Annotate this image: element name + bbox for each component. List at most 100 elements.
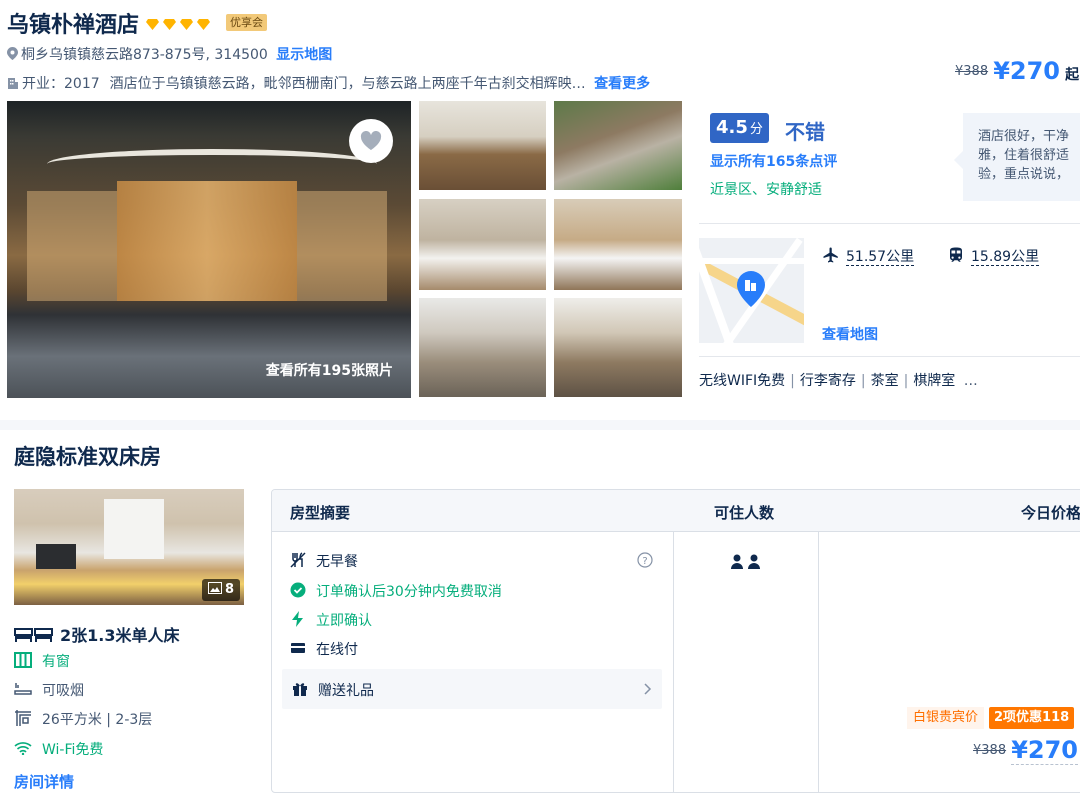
airport-distance[interactable]: 51.57公里 bbox=[846, 249, 915, 266]
room-wifi-row: Wi-Fi免费 bbox=[14, 739, 103, 759]
lightning-icon bbox=[292, 611, 303, 627]
rating-score: 4.5 bbox=[716, 117, 748, 138]
hotel-thumb-5[interactable] bbox=[419, 298, 546, 397]
hotel-thumb-4[interactable] bbox=[554, 199, 682, 290]
favorite-button[interactable] bbox=[349, 119, 393, 163]
review-line: 验，重点说说， bbox=[978, 167, 1070, 182]
map-thumbnail[interactable] bbox=[699, 238, 804, 343]
divider bbox=[699, 356, 1080, 357]
all-photos-label[interactable]: 查看所有195张照片 bbox=[266, 360, 393, 380]
member-price-label: 白银贵宾价 bbox=[907, 707, 985, 729]
window-icon bbox=[14, 652, 32, 668]
rate-current-price: ¥270 bbox=[1011, 736, 1078, 765]
airplane-icon bbox=[823, 247, 838, 263]
diamond-icon bbox=[163, 19, 176, 30]
facility-item: 茶室 bbox=[870, 373, 899, 389]
help-icon[interactable]: ? bbox=[637, 552, 653, 568]
view-map-link[interactable]: 查看地图 bbox=[822, 324, 878, 344]
instant-confirm-text: 立即确认 bbox=[316, 613, 372, 629]
review-pointer bbox=[954, 151, 963, 169]
intro-row: 开业：2017 酒店位于乌镇镇慈云路，毗邻西栅南门，与慈云路上两座千年古刹交相辉映… bbox=[7, 73, 650, 93]
smoking-text: 可吸烟 bbox=[42, 683, 84, 699]
pay-row: 在线付 bbox=[290, 639, 358, 659]
diamond-icon bbox=[146, 19, 159, 30]
see-more-link[interactable]: 查看更多 bbox=[594, 76, 650, 92]
facilities-more[interactable]: … bbox=[964, 373, 978, 389]
rate-price: ¥388 ¥270 bbox=[973, 736, 1078, 765]
rate-original-price: ¥388 bbox=[973, 743, 1007, 758]
wifi-text: Wi-Fi免费 bbox=[42, 742, 104, 758]
header-guests: 可住人数 bbox=[714, 504, 775, 522]
hotel-thumb-6[interactable] bbox=[554, 298, 682, 397]
gift-text: 赠送礼品 bbox=[318, 683, 374, 699]
train-icon bbox=[950, 247, 962, 262]
station-distance[interactable]: 15.89公里 bbox=[971, 249, 1040, 266]
hotel-name: 乌镇朴禅酒店 bbox=[7, 13, 140, 38]
svg-text:?: ? bbox=[642, 556, 647, 567]
facility-item: 无线WIFI免费 bbox=[699, 373, 786, 389]
top-price: ¥388 ¥270 起 bbox=[955, 57, 1079, 85]
facility-item: 行李寄存 bbox=[799, 373, 856, 389]
breakfast-text: 无早餐 bbox=[316, 554, 358, 570]
header-price: 今日价格 bbox=[1021, 504, 1080, 522]
cancel-row: 订单确认后30分钟内免费取消 bbox=[290, 581, 502, 601]
room-title: 庭隐标准双床房 bbox=[14, 445, 161, 469]
member-badge: 优享会 bbox=[226, 14, 267, 31]
original-price: ¥388 bbox=[955, 64, 989, 79]
station-distance-row: 15.89公里 bbox=[947, 246, 1040, 266]
rating-score-badge: 4.5 分 bbox=[710, 113, 769, 143]
price-suffix: 起 bbox=[1065, 67, 1080, 83]
open-year: 开业：2017 bbox=[22, 76, 100, 92]
area-floor-text: 26平方米 | 2-3层 bbox=[42, 712, 153, 728]
address-row: 桐乡乌镇镇慈云路873-875号, 314500 显示地图 bbox=[7, 44, 332, 64]
area-icon bbox=[15, 710, 31, 726]
bed-type: 2张1.3米单人床 bbox=[60, 626, 180, 645]
airport-distance-row: 51.57公里 bbox=[822, 246, 915, 266]
rate-table-header bbox=[272, 490, 1080, 532]
free-cancel-text[interactable]: 订单确认后30分钟内免费取消 bbox=[316, 584, 502, 600]
instant-confirm-row: 立即确认 bbox=[290, 610, 372, 630]
column-divider bbox=[673, 532, 674, 792]
photo-count-badge[interactable]: 8 bbox=[201, 579, 240, 601]
hotel-thumb-1[interactable] bbox=[419, 101, 546, 190]
discount-badge[interactable]: 2项优惠118 bbox=[989, 707, 1075, 729]
room-smoking-row: 可吸烟 bbox=[14, 680, 84, 700]
current-price: ¥270 bbox=[993, 57, 1060, 85]
column-divider bbox=[818, 532, 819, 792]
bed-icon bbox=[14, 628, 53, 642]
heart-icon bbox=[360, 131, 382, 150]
rating-unit: 分 bbox=[749, 122, 763, 137]
card-icon bbox=[291, 643, 305, 653]
map-pin-icon bbox=[737, 271, 765, 307]
building-icon bbox=[8, 78, 18, 89]
all-reviews-link[interactable]: 显示所有165条点评 bbox=[710, 151, 837, 171]
room-photo[interactable]: 8 bbox=[14, 489, 244, 605]
room-bed-row: 2张1.3米单人床 bbox=[14, 622, 179, 646]
show-map-link[interactable]: 显示地图 bbox=[276, 47, 332, 63]
header-summary: 房型摘要 bbox=[290, 504, 351, 522]
smoking-icon bbox=[14, 683, 32, 695]
rating-tags: 近景区、安静舒适 bbox=[710, 182, 822, 198]
location-pin-icon bbox=[7, 47, 18, 60]
room-details-link[interactable]: 房间详情 bbox=[14, 771, 74, 792]
room-window-row: 有窗 bbox=[14, 651, 70, 671]
window-text: 有窗 bbox=[42, 654, 70, 670]
rate-table: 房型摘要 可住人数 今日价格 无早餐 ? 订单确认后30分钟内免费取消 立即确认… bbox=[271, 489, 1080, 793]
review-snippet[interactable]: 酒店很好，干净 雅，住着很舒适 验，重点说说， bbox=[963, 113, 1080, 201]
facilities-row: 无线WIFI免费 | 行李寄存 | 茶室 | 棋牌室 … bbox=[699, 373, 978, 389]
review-line: 酒店很好，干净 bbox=[978, 129, 1070, 144]
gift-row[interactable]: 赠送礼品 bbox=[282, 669, 662, 709]
divider bbox=[699, 223, 1080, 224]
hotel-thumb-3[interactable] bbox=[419, 199, 546, 290]
pay-text: 在线付 bbox=[316, 642, 358, 658]
photo-count: 8 bbox=[224, 582, 234, 597]
check-circle-icon bbox=[290, 582, 306, 598]
star-rating bbox=[146, 14, 214, 30]
diamond-icon bbox=[197, 19, 210, 30]
hotel-thumb-2[interactable] bbox=[554, 101, 682, 190]
intro-text: 酒店位于乌镇镇慈云路，毗邻西栅南门，与慈云路上两座千年古刹交相辉映… bbox=[109, 76, 586, 92]
main-hotel-photo[interactable]: 查看所有195张照片 bbox=[7, 101, 411, 398]
section-separator bbox=[0, 420, 1080, 430]
room-area-row: 26平方米 | 2-3层 bbox=[14, 709, 152, 729]
image-icon bbox=[207, 582, 222, 594]
